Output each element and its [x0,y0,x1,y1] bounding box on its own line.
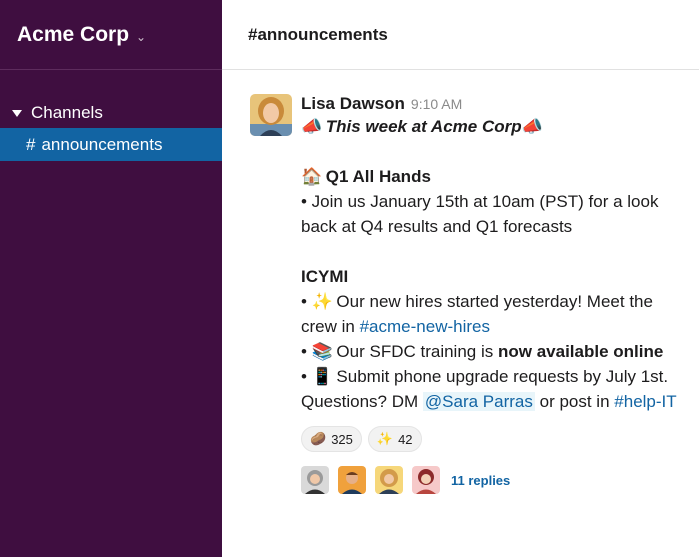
reaction-potato[interactable]: 🥔 325 [301,426,362,452]
message-line: • Join us January 15th at 10am (PST) for… [301,192,659,211]
message-text: Our SFDC training is [336,342,494,361]
thread-replies-link[interactable]: 11 replies [451,473,510,488]
workspace-name: Acme Corp [17,22,130,46]
channels-section-toggle[interactable]: Channels [0,102,222,124]
reaction-count: 42 [398,431,413,447]
channels-section: Channels # announcements [0,102,222,161]
chevron-down-icon: ⌄ [136,29,147,44]
phone-icon: 📱 [311,367,333,386]
message-line: crew in #acme-new-hires [301,314,691,339]
message-line: 🏠 Q1 All Hands [301,164,691,189]
sidebar-item-label: announcements [41,134,163,154]
bullet: • [301,292,307,311]
sidebar: Acme Corp ⌄ Channels # announcements [0,0,222,557]
avatar [412,466,440,494]
reaction-count: 325 [331,431,353,447]
message-text: Submit phone upgrade requests by July 1s… [336,367,669,386]
avatar[interactable] [250,94,292,136]
megaphone-icon: 📣 [301,117,323,136]
message-body: 📣 This week at Acme Corp📣 🏠 Q1 All Hands… [301,114,691,414]
hash-icon: # [26,134,36,154]
message-line: • 📱 Submit phone upgrade requests by Jul… [301,364,691,389]
message-bold-text: now available online [497,342,664,361]
sparkles-icon: ✨ [376,431,394,446]
avatar [301,466,329,494]
sidebar-item-announcements[interactable]: # announcements [0,128,222,161]
channel-link-help-it[interactable]: #help-IT [614,392,676,411]
workspace-switcher[interactable]: Acme Corp ⌄ [0,0,222,70]
section-heading: Q1 All Hands [325,167,431,186]
megaphone-icon: 📣 [521,117,543,136]
channel-title[interactable]: #announcements [248,25,388,45]
channel-header: #announcements [222,0,699,70]
message-text: crew in [301,317,355,336]
user-mention[interactable]: @Sara Parras [422,392,535,411]
message-line: • ✨ Our new hires started yesterday! Mee… [301,289,691,314]
channels-section-label: Channels [31,103,103,122]
main-pane: #announcements Lisa Dawson 9:10 AM 📣 Thi… [222,0,699,557]
message-text: Our new hires started yesterday! Meet th… [336,292,653,311]
bullet: • [301,367,307,386]
message-text: or post in [539,392,610,411]
message-heading: This week at Acme Corp [325,117,522,136]
reaction-sparkles[interactable]: ✨ 42 [367,426,422,452]
message-line: • 📚 Our SFDC training is now available o… [301,339,691,364]
message-header: Lisa Dawson 9:10 AM [301,94,699,114]
books-icon: 📚 [311,342,333,361]
potato-icon: 🥔 [310,431,327,446]
channel-link-acme-new-hires[interactable]: #acme-new-hires [360,317,490,336]
message-line: back at Q4 results and Q1 forecasts [301,217,573,236]
message-timestamp[interactable]: 9:10 AM [411,96,462,112]
bullet: • [301,342,307,361]
sparkles-icon: ✨ [311,292,333,311]
message: Lisa Dawson 9:10 AM 📣 This week at Acme … [222,70,699,494]
section-heading: ICYMI [301,267,349,286]
message-line: Questions? DM @Sara Parras or post in #h… [301,389,691,414]
caret-down-icon [12,109,22,117]
message-line: 📣 This week at Acme Corp📣 [301,114,691,139]
avatar [375,466,403,494]
reactions-bar: 🥔 325 ✨ 42 [301,426,699,452]
thread-summary[interactable]: 11 replies [301,466,699,494]
message-text: Questions? DM [301,392,419,411]
sender-name[interactable]: Lisa Dawson [301,94,405,114]
avatar [338,466,366,494]
house-icon: 🏠 [301,167,323,186]
